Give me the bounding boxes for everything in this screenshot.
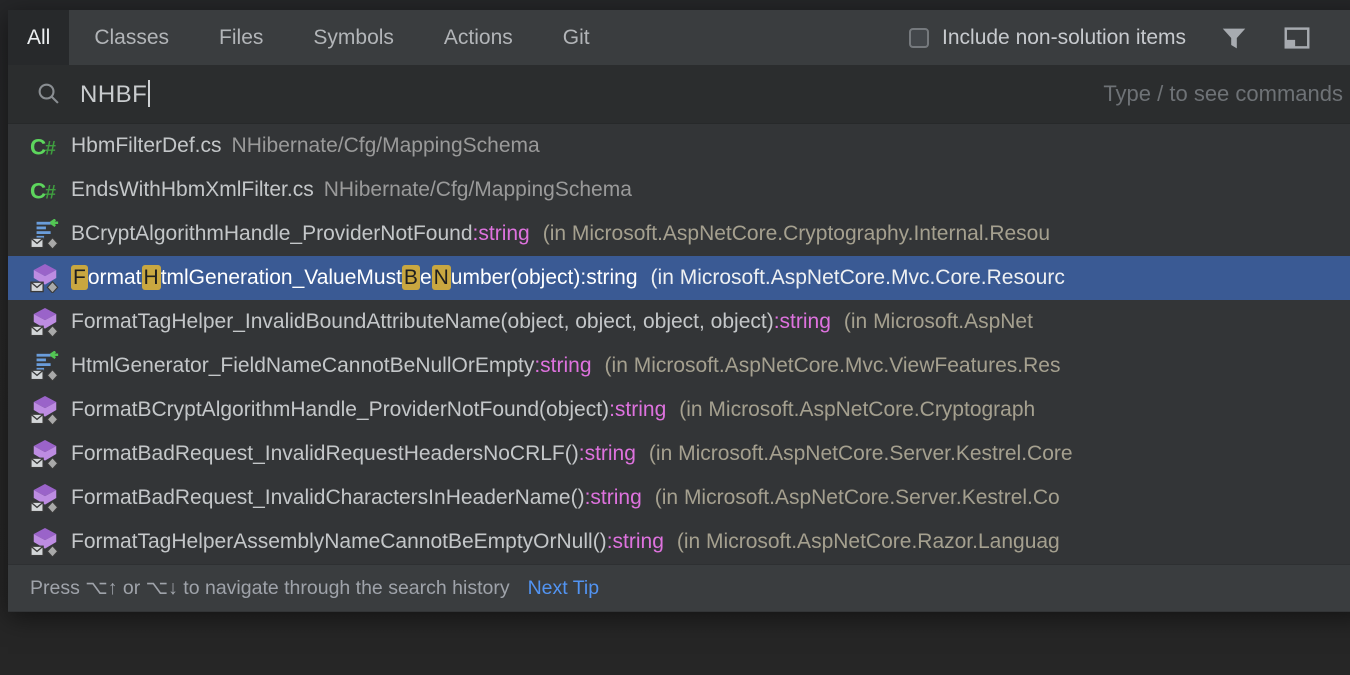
result-row[interactable]: HtmlGenerator_FieldNameCannotBeNullOrEmp…: [8, 344, 1350, 388]
resource-method-icon: [30, 527, 60, 557]
tab-all[interactable]: All: [8, 10, 69, 65]
result-row[interactable]: BCryptAlgorithmHandle_ProviderNotFound:s…: [8, 212, 1350, 256]
search-field[interactable]: NHBF Type / to see commands: [8, 65, 1350, 124]
resource-method-icon: [30, 439, 60, 469]
search-everywhere-popup: AllClassesFilesSymbolsActionsGit Include…: [8, 10, 1350, 612]
resource-property-icon: [30, 219, 60, 249]
resource-property-icon: [30, 351, 60, 381]
result-text: FormatHtmlGeneration_ValueMustBeNumber(o…: [71, 266, 1065, 290]
open-in-window-icon[interactable]: [1282, 23, 1312, 53]
tab-git[interactable]: Git: [538, 10, 615, 65]
tab-files[interactable]: Files: [194, 10, 288, 65]
result-text: FormatBadRequest_InvalidRequestHeadersNo…: [71, 442, 1073, 466]
tab-actions[interactable]: Actions: [419, 10, 538, 65]
resource-method-icon: [30, 395, 60, 425]
result-row[interactable]: FormatTagHelperAssemblyNameCannotBeEmpty…: [8, 520, 1350, 564]
search-input[interactable]: NHBF: [80, 80, 150, 109]
result-row[interactable]: FormatTagHelper_InvalidBoundAttributeNam…: [8, 300, 1350, 344]
footer-bar: Press ⌥↑ or ⌥↓ to navigate through the s…: [8, 564, 1350, 611]
include-non-solution-label: Include non-solution items: [942, 26, 1186, 50]
result-text: HbmFilterDef.csNHibernate/Cfg/MappingSch…: [71, 134, 540, 158]
tab-symbols[interactable]: Symbols: [288, 10, 419, 65]
resource-method-icon: [30, 307, 60, 337]
bar-controls: Include non-solution items: [909, 10, 1350, 65]
result-row[interactable]: FormatBadRequest_InvalidCharactersInHead…: [8, 476, 1350, 520]
result-text: HtmlGenerator_FieldNameCannotBeNullOrEmp…: [71, 354, 1060, 378]
resource-method-icon: [30, 483, 60, 513]
resource-method-icon: [30, 263, 60, 293]
next-tip-link[interactable]: Next Tip: [528, 577, 600, 600]
search-query-text: NHBF: [80, 81, 147, 108]
results-list: HbmFilterDef.csNHibernate/Cfg/MappingSch…: [8, 124, 1350, 564]
scope-tab-bar: AllClassesFilesSymbolsActionsGit Include…: [8, 10, 1350, 65]
result-row[interactable]: FormatBCryptAlgorithmHandle_ProviderNotF…: [8, 388, 1350, 432]
result-row[interactable]: EndsWithHbmXmlFilter.csNHibernate/Cfg/Ma…: [8, 168, 1350, 212]
include-non-solution-checkbox[interactable]: [909, 28, 929, 48]
tab-classes[interactable]: Classes: [69, 10, 194, 65]
text-caret: [148, 80, 150, 107]
command-hint: Type / to see commands: [1103, 81, 1343, 107]
result-text: FormatTagHelperAssemblyNameCannotBeEmpty…: [71, 530, 1060, 554]
result-text: FormatTagHelper_InvalidBoundAttributeNam…: [71, 310, 1033, 334]
result-text: BCryptAlgorithmHandle_ProviderNotFound:s…: [71, 222, 1050, 246]
result-row[interactable]: HbmFilterDef.csNHibernate/Cfg/MappingSch…: [8, 124, 1350, 168]
result-text: FormatBadRequest_InvalidCharactersInHead…: [71, 486, 1060, 510]
csharp-file-icon: [30, 175, 60, 205]
result-row[interactable]: FormatHtmlGeneration_ValueMustBeNumber(o…: [8, 256, 1350, 300]
search-icon: [36, 81, 62, 107]
footer-hint-text: Press ⌥↑ or ⌥↓ to navigate through the s…: [30, 576, 510, 600]
filter-icon[interactable]: [1219, 23, 1249, 53]
result-row[interactable]: FormatBadRequest_InvalidRequestHeadersNo…: [8, 432, 1350, 476]
result-text: FormatBCryptAlgorithmHandle_ProviderNotF…: [71, 398, 1035, 422]
result-text: EndsWithHbmXmlFilter.csNHibernate/Cfg/Ma…: [71, 178, 632, 202]
csharp-file-icon: [30, 131, 60, 161]
